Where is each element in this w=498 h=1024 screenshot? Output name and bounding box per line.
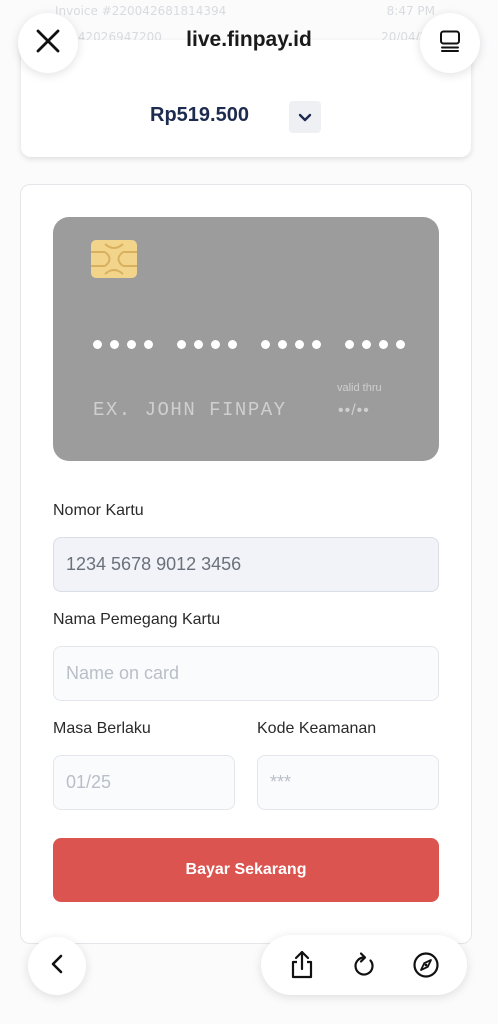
chevron-down-icon [298, 108, 312, 127]
card-number-label: Nomor Kartu [53, 502, 144, 519]
expiry-field[interactable]: 01/25 [53, 755, 235, 810]
compass-icon[interactable] [406, 945, 446, 985]
card-number-field[interactable]: 1234 5678 9012 3456 [53, 537, 439, 592]
reader-mode-button[interactable] [420, 13, 480, 73]
card-chip-icon [91, 240, 137, 278]
amount-details-toggle[interactable] [289, 101, 321, 133]
reload-icon[interactable] [344, 945, 384, 985]
card-holder-field[interactable]: Name on card [53, 646, 439, 701]
expiry-label: Masa Berlaku [53, 720, 151, 737]
browser-top-bar: live.finpay.id [0, 0, 498, 90]
card-number-group [261, 329, 321, 359]
valid-thru-value: ••/•• [338, 402, 370, 419]
pay-now-button[interactable]: Bayar Sekarang [53, 838, 439, 902]
card-number-group [93, 329, 153, 359]
credit-card-preview: EX. JOHN FINPAY valid thru ••/•• [53, 217, 439, 461]
card-holder-label: Nama Pemegang Kartu [53, 611, 221, 628]
card-holder-preview: EX. JOHN FINPAY [93, 399, 287, 421]
payment-amount: Rp519.500 [150, 104, 249, 126]
card-number-group [345, 329, 405, 359]
reader-mode-icon [438, 29, 462, 57]
card-number-group [177, 329, 237, 359]
share-icon[interactable] [282, 945, 322, 985]
cvv-field[interactable]: *** [257, 755, 439, 810]
back-button[interactable] [28, 937, 86, 995]
card-number-preview [93, 329, 405, 359]
browser-actions [261, 935, 467, 995]
chevron-left-icon [49, 953, 65, 979]
valid-thru-label: valid thru [337, 382, 382, 394]
cvv-label: Kode Keamanan [257, 720, 377, 737]
